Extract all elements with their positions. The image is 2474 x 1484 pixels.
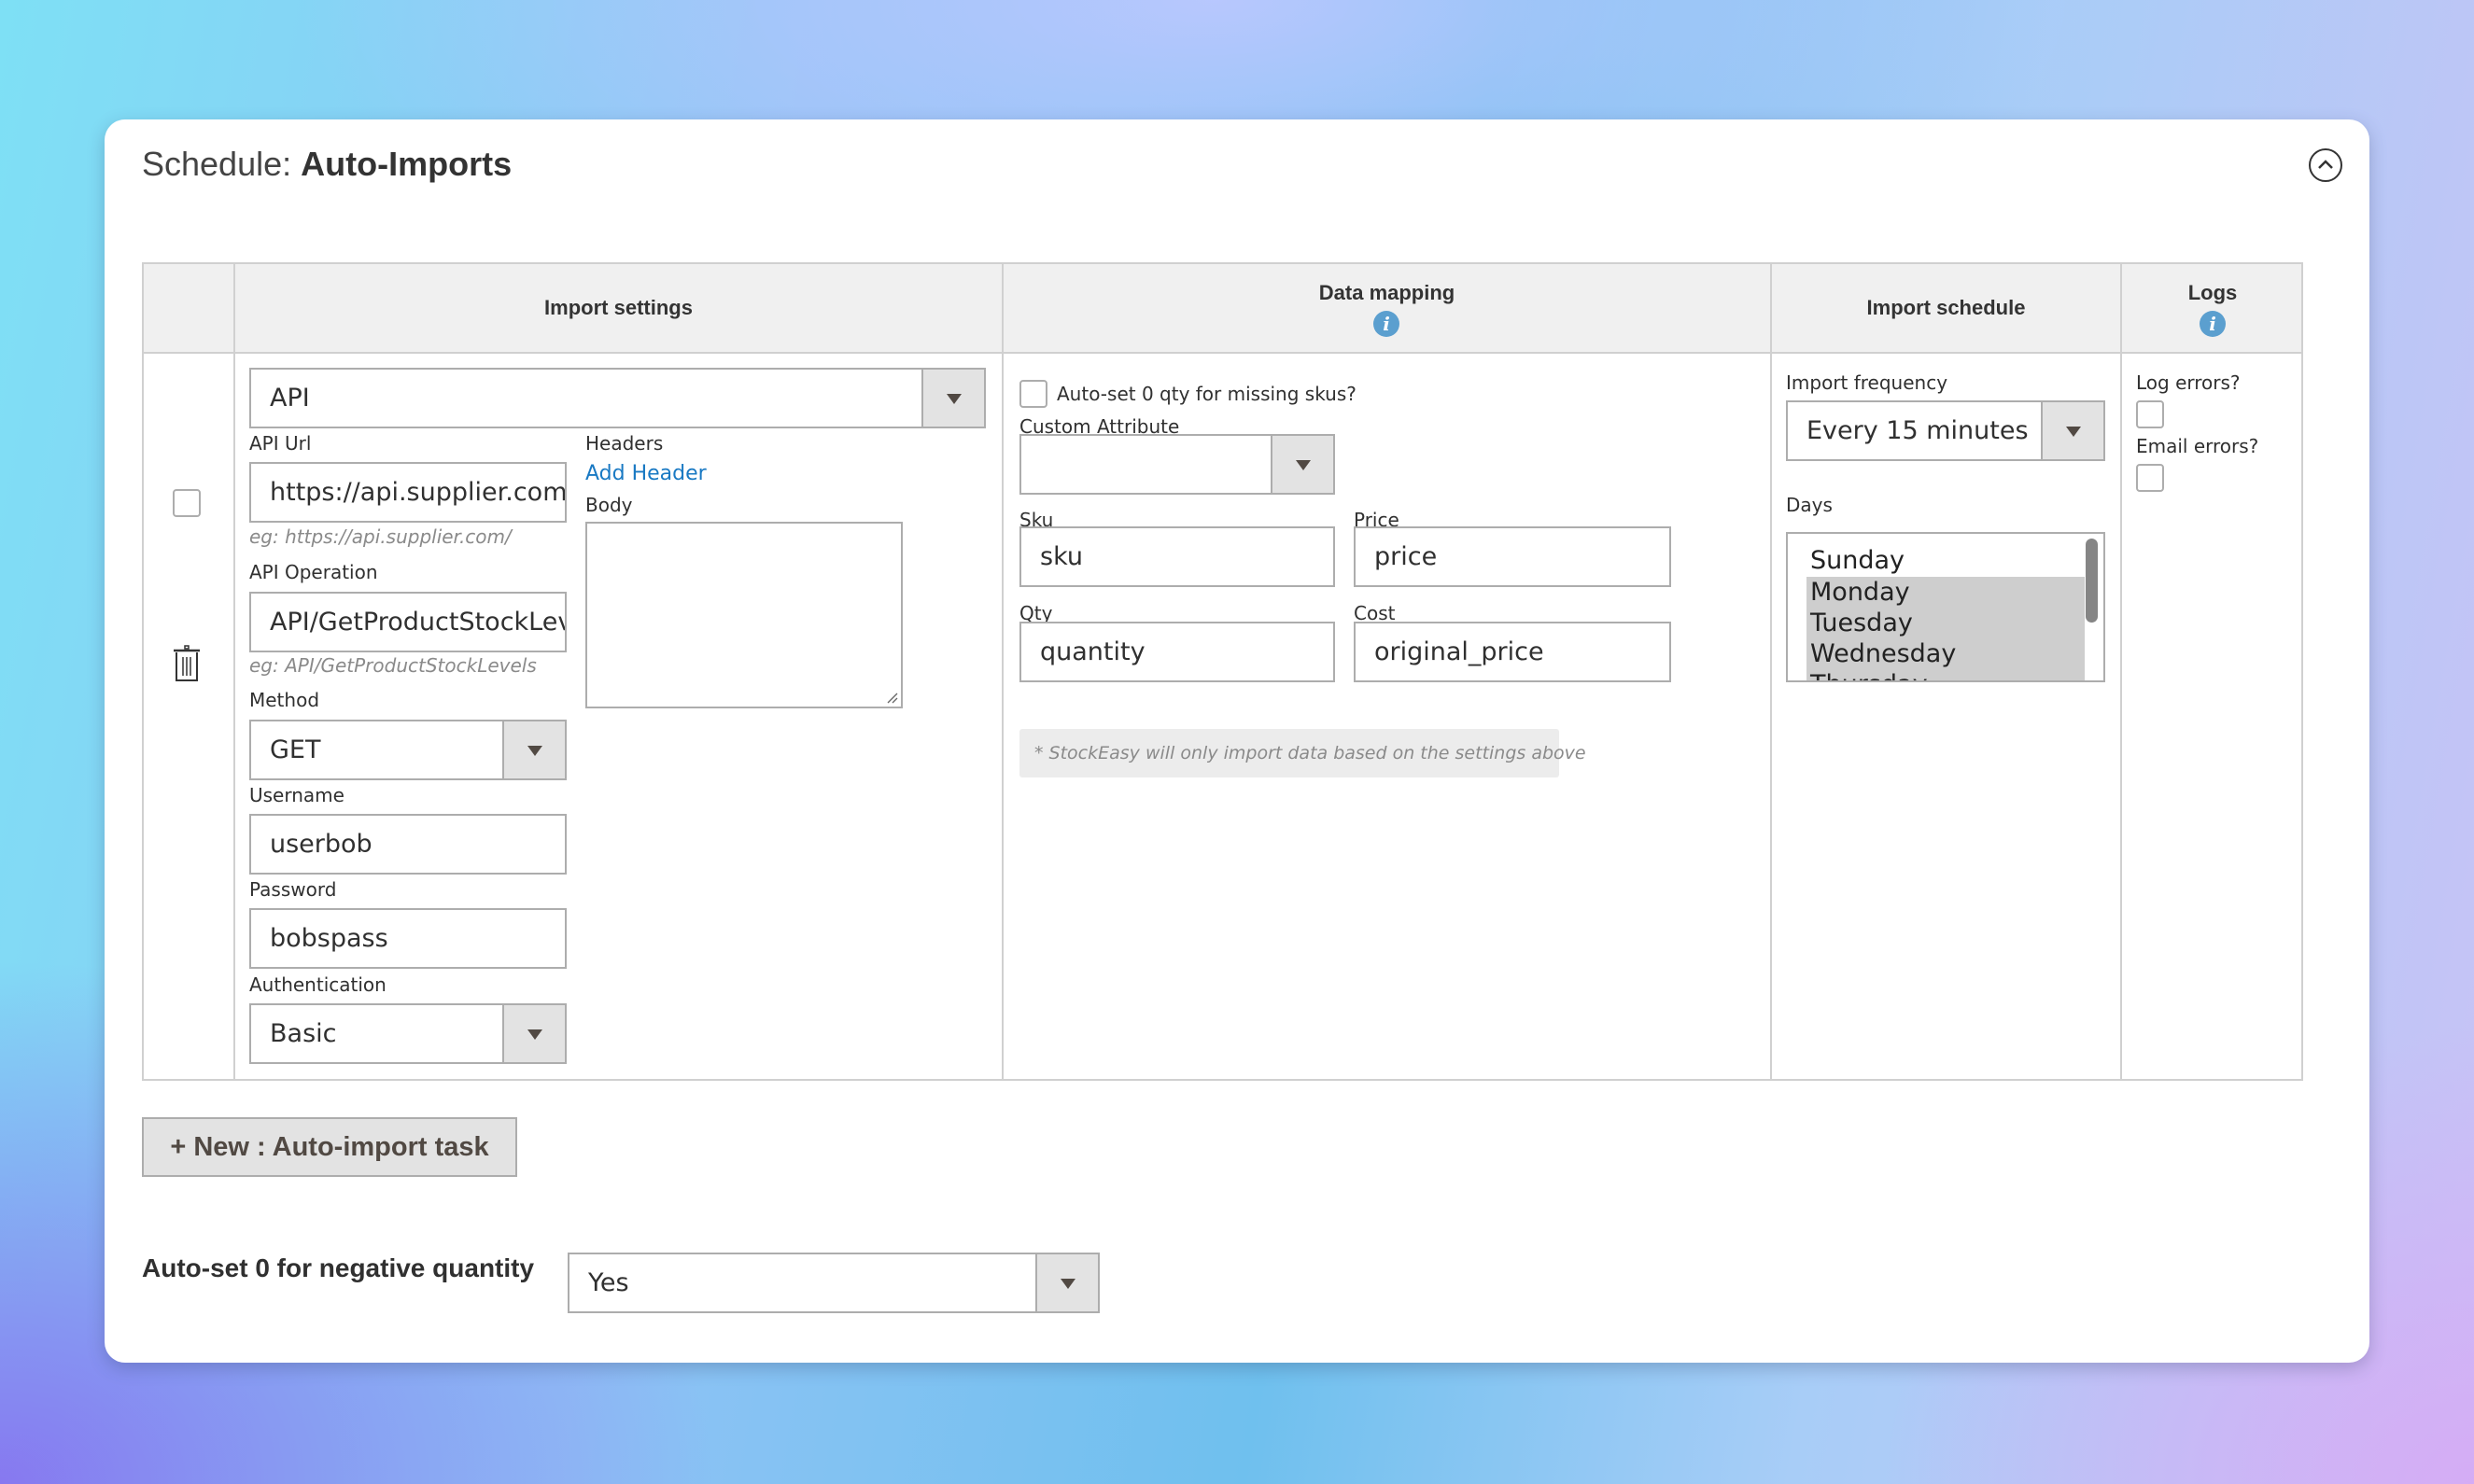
auto-zero-missing-checkbox[interactable] <box>1019 380 1047 408</box>
api-url-input[interactable]: https://api.supplier.com/ <box>249 462 567 523</box>
import-frequency-label: Import frequency <box>1786 371 1948 394</box>
email-errors-checkbox[interactable] <box>2136 464 2164 492</box>
days-scrollbar[interactable] <box>2086 539 2098 623</box>
new-task-label: New : Auto-import task <box>193 1132 489 1162</box>
log-errors-checkbox[interactable] <box>2136 400 2164 428</box>
custom-attribute-select[interactable] <box>1019 434 1335 495</box>
chevron-up-icon <box>2318 160 2333 169</box>
body-label: Body <box>585 494 633 516</box>
negative-quantity-select[interactable]: Yes <box>568 1253 1100 1313</box>
price-input[interactable]: price <box>1354 526 1671 587</box>
qty-input[interactable]: quantity <box>1019 622 1335 682</box>
password-input[interactable]: bobspass <box>249 908 567 969</box>
title-prefix: Schedule: <box>142 145 292 183</box>
day-option-tuesday[interactable]: Tuesday <box>1806 608 2085 638</box>
cost-input[interactable]: original_price <box>1354 622 1671 682</box>
import-frequency-select[interactable]: Every 15 minutes <box>1786 400 2105 461</box>
resize-handle-icon[interactable] <box>885 691 898 704</box>
column-divider <box>1002 264 1004 1079</box>
title-main: Auto-Imports <box>301 145 513 183</box>
plus-icon: + <box>170 1132 187 1162</box>
collapse-button[interactable] <box>2309 148 2342 182</box>
method-label: Method <box>249 689 320 711</box>
authentication-select[interactable]: Basic <box>249 1003 567 1064</box>
auto-zero-missing-label: Auto-set 0 qty for missing skus? <box>1057 383 1356 405</box>
add-header-link[interactable]: Add Header <box>585 462 707 485</box>
chevron-down-icon <box>2041 402 2103 459</box>
api-operation-label: API Operation <box>249 561 378 583</box>
username-input[interactable]: userbob <box>249 814 567 875</box>
days-label: Days <box>1786 494 1833 516</box>
page-title: Schedule: Auto-Imports <box>142 144 512 185</box>
chevron-down-icon <box>502 721 565 778</box>
negative-quantity-value: Yes <box>588 1268 629 1297</box>
header-logs: Logs <box>2187 281 2238 304</box>
source-type-value: API <box>270 384 310 413</box>
password-label: Password <box>249 878 337 901</box>
log-errors-label: Log errors? <box>2136 371 2241 394</box>
import-note: * StockEasy will only import data based … <box>1019 729 1586 777</box>
username-label: Username <box>249 784 344 806</box>
delete-row-button[interactable] <box>173 645 201 682</box>
column-divider <box>233 264 235 1079</box>
day-option-thursday[interactable]: Thursday <box>1806 669 2085 680</box>
data-mapping-info-icon[interactable]: i <box>1373 311 1399 337</box>
column-divider <box>1770 264 1772 1079</box>
chevron-down-icon <box>1271 436 1333 493</box>
auto-import-table: Import settings Data mapping i Import sc… <box>142 262 2303 1081</box>
logs-info-icon[interactable]: i <box>2200 311 2226 337</box>
header-data-mapping: Data mapping <box>1318 281 1455 304</box>
body-textarea[interactable] <box>585 522 903 708</box>
days-listbox[interactable]: Sunday Monday Tuesday Wednesday Thursday <box>1786 532 2105 682</box>
source-type-select[interactable]: API <box>249 368 986 428</box>
row-select-checkbox[interactable] <box>173 489 201 517</box>
negative-quantity-label: Auto-set 0 for negative quantity <box>142 1253 535 1282</box>
day-option-sunday[interactable]: Sunday <box>1806 545 2085 576</box>
api-operation-hint: eg: API/GetProductStockLevels <box>249 654 537 677</box>
method-value: GET <box>270 735 321 764</box>
method-select[interactable]: GET <box>249 720 567 780</box>
api-operation-input[interactable]: API/GetProductStockLevels <box>249 592 567 652</box>
headers-label: Headers <box>585 432 664 455</box>
authentication-label: Authentication <box>249 973 387 996</box>
auto-imports-panel: Schedule: Auto-Imports Import settings D… <box>105 119 2369 1363</box>
day-option-monday[interactable]: Monday <box>1806 577 2085 608</box>
chevron-down-icon <box>921 370 984 427</box>
import-frequency-value: Every 15 minutes <box>1806 416 2029 445</box>
email-errors-label: Email errors? <box>2136 435 2259 457</box>
day-option-wednesday[interactable]: Wednesday <box>1806 638 2085 669</box>
trash-icon <box>174 645 200 681</box>
authentication-value: Basic <box>270 1019 337 1048</box>
chevron-down-icon <box>502 1005 565 1062</box>
chevron-down-icon <box>1035 1254 1098 1311</box>
api-url-hint: eg: https://api.supplier.com/ <box>249 525 512 548</box>
sku-input[interactable]: sku <box>1019 526 1335 587</box>
api-url-label: API Url <box>249 432 312 455</box>
new-auto-import-task-button[interactable]: + New : Auto-import task <box>142 1117 517 1177</box>
header-import-settings: Import settings <box>544 296 693 319</box>
column-divider <box>2120 264 2122 1079</box>
header-import-schedule: Import schedule <box>1866 296 2026 319</box>
